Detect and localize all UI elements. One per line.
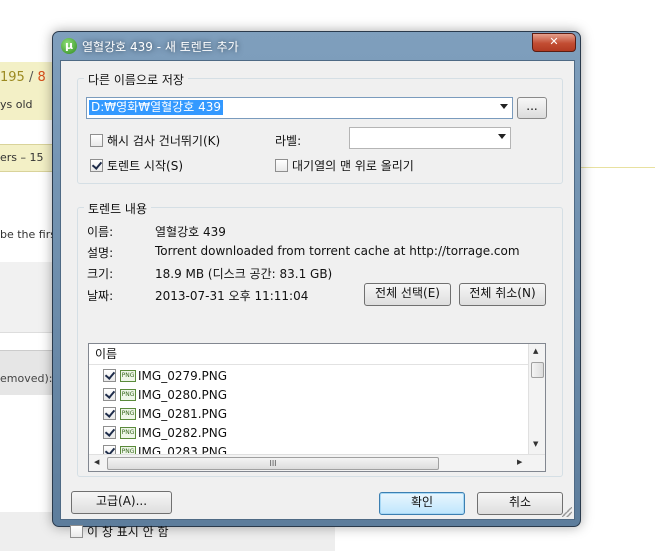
torrent-contents-legend: 토렌트 내용 <box>84 200 152 217</box>
background-comment-box <box>0 262 60 333</box>
chevron-down-icon[interactable] <box>500 104 508 109</box>
deselect-all-button[interactable]: 전체 취소(N) <box>459 283 546 306</box>
vertical-scroll-thumb[interactable] <box>531 362 544 378</box>
file-name: IMG_0280.PNG <box>138 387 228 402</box>
save-path-combobox[interactable]: D:₩영화₩열혈강호 439 <box>86 97 513 119</box>
image-file-icon: PNG <box>120 407 136 420</box>
top-of-queue-checkbox-box[interactable] <box>275 159 288 172</box>
image-file-icon: PNG <box>120 369 136 382</box>
list-item[interactable]: PNG IMG_0280.PNG <box>103 385 227 404</box>
image-file-icon: PNG <box>120 426 136 439</box>
file-list[interactable]: 이름 PNG IMG_0279.PNG PNG IMG_0280.PNG PNG… <box>88 343 546 472</box>
list-item[interactable]: PNG IMG_0282.PNG <box>103 423 227 442</box>
label-combobox[interactable] <box>349 127 511 149</box>
list-item[interactable]: PNG IMG_0281.PNG <box>103 404 227 423</box>
scroll-right-icon[interactable]: ▶ <box>517 458 522 466</box>
skip-hash-label: 해시 검사 건너뛰기(K) <box>107 134 221 148</box>
start-torrent-label: 토렌트 시작(S) <box>107 159 183 173</box>
date-value: 2013-07-31 오후 11:11:04 <box>155 289 309 303</box>
file-name: IMG_0282.PNG <box>138 425 228 440</box>
resize-grip-icon[interactable] <box>562 507 572 517</box>
list-item[interactable]: PNG IMG_0279.PNG <box>103 366 227 385</box>
background-comment-text: be the firs <box>0 228 56 241</box>
name-value: 열혈강호 439 <box>155 225 226 239</box>
background-divider <box>575 167 655 168</box>
close-button[interactable]: ✕ <box>532 33 576 52</box>
start-torrent-checkbox-box[interactable] <box>90 159 103 172</box>
chevron-down-icon[interactable] <box>498 134 506 139</box>
background-age-text: ys old <box>0 98 33 111</box>
image-file-icon: PNG <box>120 388 136 401</box>
horizontal-scroll-thumb[interactable]: III <box>107 457 439 470</box>
top-of-queue-checkbox[interactable]: 대기열의 맨 위로 올리기 <box>275 157 414 174</box>
browse-button[interactable]: ... <box>517 97 547 119</box>
file-checkbox[interactable] <box>103 426 116 439</box>
date-key: 날짜: <box>87 289 114 303</box>
scroll-up-icon[interactable]: ▲ <box>533 347 538 355</box>
description-key: 설명: <box>87 246 114 260</box>
save-path-value: D:₩영화₩열혈강호 439 <box>89 100 223 115</box>
background-stats-leech: 8 <box>37 70 46 85</box>
horizontal-scrollbar[interactable]: ◀ III ▶ <box>89 454 545 471</box>
advanced-button[interactable]: 고급(A)... <box>71 491 172 514</box>
size-key: 크기: <box>87 267 114 281</box>
background-stats-separator: / <box>24 70 38 85</box>
file-list-header-name[interactable]: 이름 <box>89 344 535 365</box>
vertical-scrollbar[interactable]: ▲ ▼ <box>528 344 545 454</box>
file-name: IMG_0281.PNG <box>138 406 228 421</box>
dialog-client-area: 다른 이름으로 저장 D:₩영화₩열혈강호 439 ... 해시 검사 건너뛰기… <box>60 60 575 539</box>
label-field-label: 라벨: <box>275 134 302 148</box>
title-bar[interactable]: µ 열혈강호 439 - 새 토렌트 추가 ✕ <box>53 32 580 60</box>
dont-show-again-checkbox-box[interactable] <box>70 525 83 538</box>
size-value: 18.9 MB (디스크 공간: 83.1 GB) <box>155 267 333 281</box>
background-stats-seeds: 195 <box>0 70 25 85</box>
start-torrent-checkbox[interactable]: 토렌트 시작(S) <box>90 157 183 174</box>
description-value: Torrent downloaded from torrent cache at… <box>155 244 520 258</box>
file-checkbox[interactable] <box>103 407 116 420</box>
skip-hash-checkbox[interactable]: 해시 검사 건너뛰기(K) <box>90 132 220 149</box>
name-key: 이름: <box>87 225 114 239</box>
select-all-button[interactable]: 전체 선택(E) <box>364 283 451 306</box>
file-checkbox[interactable] <box>103 388 116 401</box>
top-of-queue-label: 대기열의 맨 위로 올리기 <box>292 159 414 173</box>
cancel-button[interactable]: 취소 <box>477 492 563 515</box>
scroll-left-icon[interactable]: ◀ <box>94 458 99 466</box>
ok-button[interactable]: 확인 <box>379 492 465 515</box>
dont-show-again-label: 이 창 표시 안 함 <box>87 525 169 539</box>
dont-show-again-checkbox[interactable]: 이 창 표시 안 함 <box>70 523 169 540</box>
window-title: 열혈강호 439 - 새 토렌트 추가 <box>82 40 239 54</box>
file-name: IMG_0279.PNG <box>138 368 228 383</box>
utorrent-logo-icon: µ <box>61 38 77 54</box>
background-peers-text: ers – 15 <box>0 151 44 164</box>
file-checkbox[interactable] <box>103 369 116 382</box>
skip-hash-checkbox-box[interactable] <box>90 134 103 147</box>
background-removed-text: emoved): <box>0 372 53 385</box>
background-stats: 195 / 8 <box>0 70 46 85</box>
save-as-legend: 다른 이름으로 저장 <box>84 71 188 88</box>
add-torrent-dialog: µ 열혈강호 439 - 새 토렌트 추가 ✕ 다른 이름으로 저장 D:₩영화… <box>52 31 581 539</box>
scroll-down-icon[interactable]: ▼ <box>533 440 538 448</box>
